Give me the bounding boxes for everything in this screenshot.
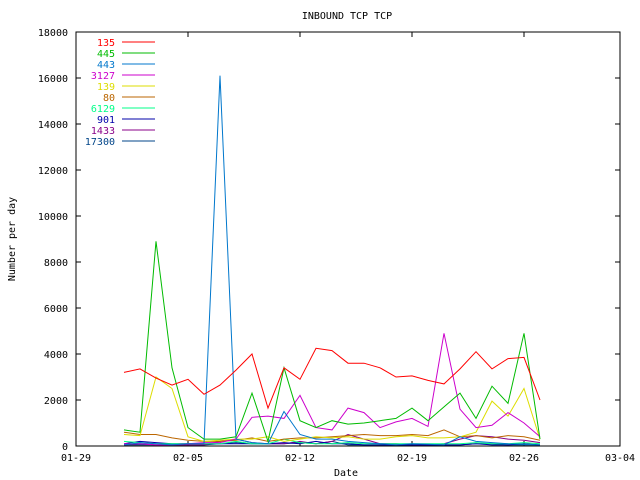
- x-axis-label: Date: [334, 468, 358, 479]
- series-line-139: [123, 376, 541, 442]
- plot-area: [75, 31, 621, 447]
- legend-label-3127: 3127: [91, 71, 115, 82]
- legend-label-135: 135: [97, 38, 115, 49]
- x-tick-label: 02-19: [397, 453, 427, 464]
- x-tick-label: 02-26: [509, 453, 539, 464]
- y-tick-label: 4000: [44, 350, 68, 361]
- legend-label-443: 443: [97, 60, 115, 71]
- x-tick-label: 02-12: [285, 453, 315, 464]
- series-line-445: [123, 241, 541, 444]
- legend-label-1433: 1433: [91, 126, 115, 137]
- y-tick-label: 18000: [38, 28, 68, 39]
- series-lines: [123, 75, 541, 446]
- legend-label-17300: 17300: [85, 137, 115, 148]
- legend-label-445: 445: [97, 49, 115, 60]
- y-tick-label: 2000: [44, 396, 68, 407]
- legend-label-80: 80: [103, 93, 115, 104]
- series-line-443: [123, 75, 541, 446]
- legend: 1354454433127139806129901143317300: [85, 38, 155, 148]
- y-tick-label: 16000: [38, 74, 68, 85]
- y-tick-label: 12000: [38, 166, 68, 177]
- plot-frame: [75, 31, 621, 447]
- y-tick-label: 0: [62, 442, 68, 453]
- y-tick-label: 10000: [38, 212, 68, 223]
- y-tick-label: 14000: [38, 120, 68, 131]
- y-tick-label: 6000: [44, 304, 68, 315]
- x-tick-label: 02-05: [173, 453, 203, 464]
- legend-label-901: 901: [97, 115, 115, 126]
- line-chart: INBOUND TCP TCP 0 2000 4000 6000 8000 10000 12…: [7, 11, 635, 479]
- y-tick-label: 8000: [44, 258, 68, 269]
- y-axis-label: Number per day: [7, 197, 18, 281]
- series-line-135: [123, 347, 541, 410]
- legend-label-6129: 6129: [91, 104, 115, 115]
- x-tick-label: 01-29: [61, 453, 91, 464]
- x-tick-label: 03-04: [605, 453, 635, 464]
- legend-label-139: 139: [97, 82, 115, 93]
- chart-title: INBOUND TCP TCP: [302, 11, 392, 22]
